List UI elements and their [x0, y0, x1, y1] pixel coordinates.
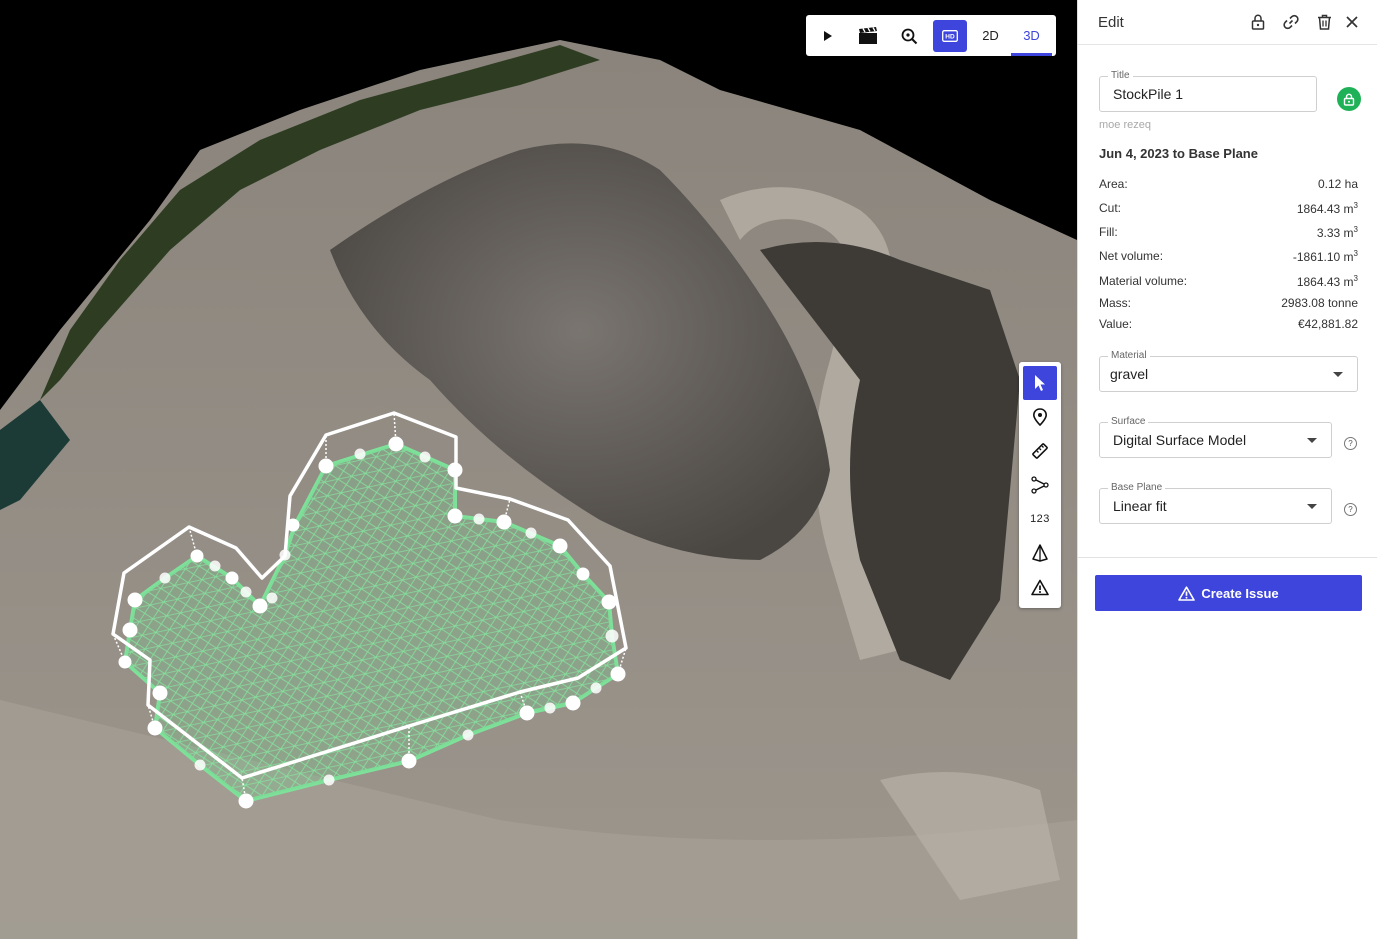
hd-toggle-button[interactable]: HD: [929, 15, 970, 56]
stat-fill: Fill: 3.33 m3: [1099, 225, 1358, 240]
map-viewport[interactable]: HD 2D 3D 123: [0, 0, 1077, 939]
stat-value: 2983.08 tonne: [1281, 296, 1358, 310]
lock-button[interactable]: [1248, 12, 1268, 32]
comparison-heading: Jun 4, 2023 to Base Plane: [1099, 146, 1258, 161]
coordinates-tool-label: 123: [1030, 513, 1050, 525]
play-icon: [823, 30, 832, 41]
coordinates-tool[interactable]: 123: [1023, 502, 1057, 536]
svg-text:HD: HD: [945, 33, 955, 40]
location-tool[interactable]: [1023, 400, 1057, 434]
material-select[interactable]: Material gravel: [1099, 350, 1358, 392]
title-field-label: Title: [1108, 70, 1133, 81]
link-icon: [1283, 14, 1299, 30]
stat-area: Area: 0.12 ha: [1099, 177, 1358, 191]
delete-button[interactable]: [1314, 12, 1334, 32]
map-pin-icon: [1032, 408, 1048, 426]
title-field[interactable]: Title StockPile 1: [1099, 70, 1317, 112]
stat-label: Mass:: [1099, 296, 1132, 310]
stat-label: Material volume:: [1099, 274, 1188, 288]
stat-value: Value: €42,881.82: [1099, 317, 1358, 331]
stat-value: 1864.43 m3: [1296, 274, 1358, 289]
material-value: gravel: [1110, 366, 1149, 382]
stat-label: Area:: [1099, 177, 1128, 191]
panel-title: Edit: [1098, 13, 1124, 31]
stat-net-volume: Net volume: -1861.10 m3: [1099, 249, 1358, 264]
locked-badge[interactable]: [1337, 87, 1361, 111]
polyline-tool[interactable]: [1023, 468, 1057, 502]
stat-label: Value:: [1099, 317, 1133, 331]
base-plane-label: Base Plane: [1108, 482, 1166, 493]
tool-palette: 123: [1019, 362, 1061, 608]
stat-value: 1864.43 m3: [1296, 201, 1358, 216]
panel-header: Edit: [1078, 0, 1377, 45]
cursor-icon: [1035, 375, 1045, 391]
mode-3d-button[interactable]: 3D: [1011, 15, 1052, 56]
trash-icon: [1317, 14, 1331, 30]
measure-tool[interactable]: [1023, 434, 1057, 468]
stat-cut: Cut: 1864.43 m3: [1099, 201, 1358, 216]
create-issue-label: Create Issue: [1201, 585, 1279, 601]
lock-icon: [1251, 14, 1265, 30]
warning-icon: [1178, 585, 1196, 601]
stat-label: Fill:: [1099, 225, 1118, 239]
stat-mass: Mass: 2983.08 tonne: [1099, 296, 1358, 310]
surface-label: Surface: [1108, 416, 1149, 427]
close-icon: [1346, 16, 1358, 28]
volume-tool[interactable]: [1023, 536, 1057, 570]
terrain-3d-view[interactable]: [0, 0, 1077, 939]
issue-tool[interactable]: [1023, 570, 1057, 604]
stat-value: 0.12 ha: [1317, 177, 1358, 191]
surface-select[interactable]: Surface Digital Surface Model: [1099, 416, 1332, 458]
stat-value: €42,881.82: [1297, 317, 1358, 331]
view-toolbar: HD 2D 3D: [806, 15, 1056, 56]
stat-material-volume: Material volume: 1864.43 m3: [1099, 274, 1358, 289]
base-plane-help-icon[interactable]: ?: [1344, 503, 1357, 516]
clapperboard-icon: [858, 26, 877, 44]
zoom-fit-button[interactable]: [888, 15, 929, 56]
pyramid-icon: [1032, 544, 1048, 562]
divider: [1078, 557, 1377, 558]
ruler-icon: [1032, 443, 1048, 459]
warning-icon: [1031, 579, 1049, 595]
mode-2d-button[interactable]: 2D: [970, 15, 1011, 56]
select-tool[interactable]: [1023, 366, 1057, 400]
material-label: Material: [1108, 350, 1150, 361]
stat-value: 3.33 m3: [1316, 225, 1358, 240]
chevron-down-icon: [1307, 438, 1317, 443]
lock-icon: [1343, 93, 1355, 106]
surface-value: Digital Surface Model: [1113, 432, 1247, 448]
chevron-down-icon: [1333, 372, 1343, 377]
zoom-fit-icon: [901, 28, 917, 44]
hd-icon: HD: [941, 29, 958, 42]
edit-panel: Edit Title StockPile 1 moe rezeq Jun 4, …: [1077, 0, 1377, 939]
chevron-down-icon: [1307, 504, 1317, 509]
create-issue-button[interactable]: Create Issue: [1095, 575, 1362, 611]
stat-label: Cut:: [1099, 201, 1122, 215]
copy-link-button[interactable]: [1281, 12, 1301, 32]
polyline-icon: [1031, 476, 1049, 494]
base-plane-select[interactable]: Base Plane Linear fit: [1099, 482, 1332, 524]
stat-value: -1861.10 m3: [1292, 249, 1358, 264]
base-plane-value: Linear fit: [1113, 498, 1167, 514]
stat-label: Net volume:: [1099, 249, 1164, 263]
author-name: moe rezeq: [1099, 119, 1151, 131]
flythrough-button[interactable]: [847, 15, 888, 56]
title-field-value: StockPile 1: [1113, 86, 1184, 102]
close-button[interactable]: [1342, 12, 1362, 32]
surface-help-icon[interactable]: ?: [1344, 437, 1357, 450]
play-button[interactable]: [806, 15, 847, 56]
